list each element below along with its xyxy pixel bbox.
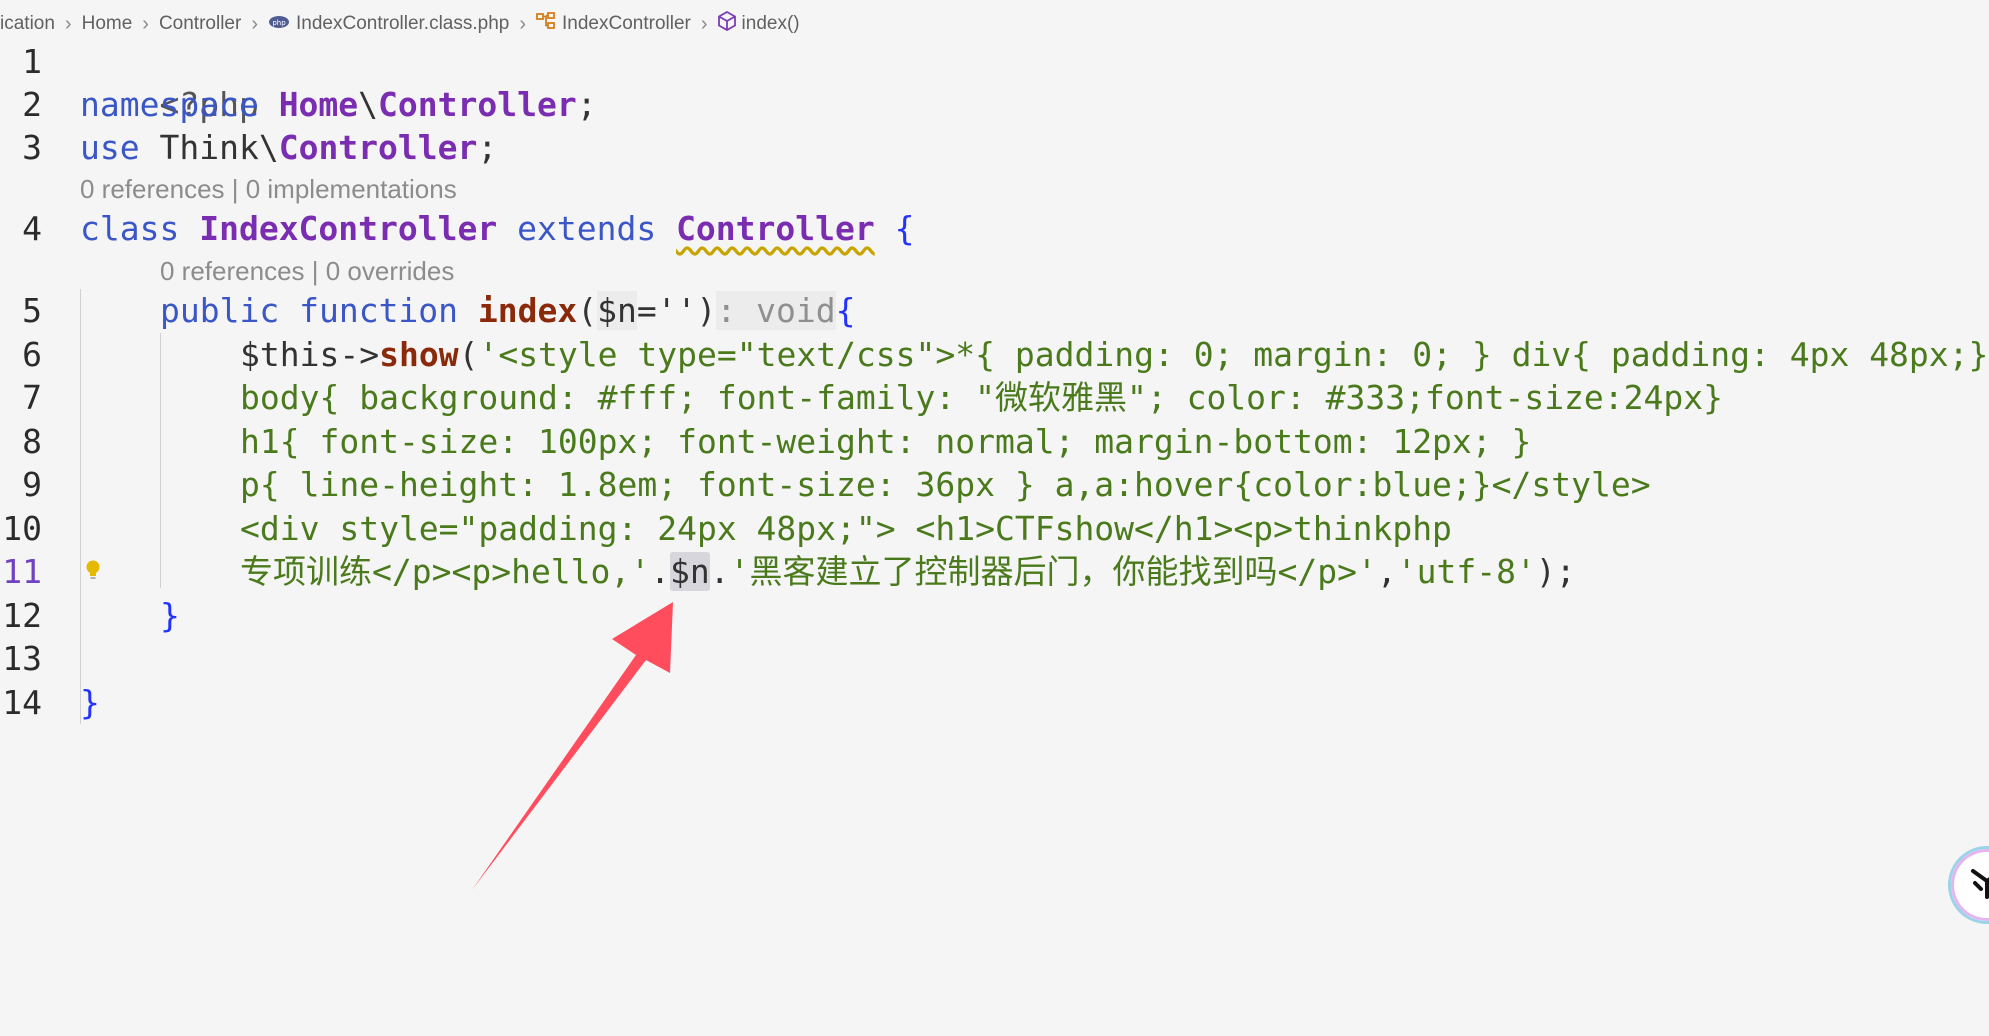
breadcrumb-label: IndexController — [562, 13, 691, 34]
line-number: 14 — [2, 683, 42, 722]
chevron-right-icon: › — [142, 12, 149, 35]
code-line-10[interactable]: <div style="padding: 24px 48px;"> <h1>CT… — [240, 507, 1452, 550]
namespace-name: Think — [159, 128, 259, 167]
chevron-right-icon: › — [64, 12, 72, 35]
code-lens-method[interactable]: 0 references | 0 overrides — [160, 253, 454, 289]
line-number: 7 — [22, 378, 42, 417]
code-line-11[interactable]: 专项训练</p><p>hello,'.$n.'黑客建立了控制器后门，你能找到吗<… — [240, 550, 1576, 593]
brace: } — [80, 683, 100, 722]
statement-end: ); — [1535, 552, 1576, 591]
breadcrumb-label: Controller — [158, 13, 242, 34]
chevron-right-icon: › — [700, 12, 708, 35]
brace: } — [160, 596, 180, 635]
concat-operator: . — [709, 552, 730, 591]
line-number: 12 — [2, 596, 42, 635]
method-call: show — [379, 335, 459, 374]
comma: , — [1376, 552, 1397, 591]
string-literal: 专项训练</p><p>hello,' — [240, 552, 651, 591]
code-line-2[interactable]: namespace Home\Controller; — [80, 83, 597, 126]
keyword: class — [80, 209, 180, 248]
inlay-hint-return-type: : void — [716, 291, 836, 330]
breadcrumb-item-class[interactable]: IndexController — [536, 12, 691, 36]
line-number: 2 — [22, 85, 42, 124]
code-line-9[interactable]: p{ line-height: 1.8em; font-size: 36px }… — [240, 463, 1651, 506]
concat-operator: . — [650, 552, 671, 591]
line-number: 8 — [22, 422, 42, 461]
string-literal: '<style type="text/css">*{ padding: 0; m… — [478, 335, 1989, 374]
default-value: ='' — [636, 291, 697, 330]
code-line-5[interactable]: public function index($n=''): void{ — [160, 289, 855, 332]
keyword: namespace — [80, 85, 259, 124]
string-literal: h1{ font-size: 100px; font-weight: norma… — [240, 422, 1532, 461]
separator: \ — [258, 128, 279, 167]
code-line-7[interactable]: body{ background: #fff; font-family: "微软… — [240, 376, 1723, 419]
arrow-operator: -> — [339, 335, 380, 374]
brace: { — [835, 291, 856, 330]
svg-text:php: php — [272, 19, 286, 27]
class-name: Controller — [278, 128, 478, 167]
php-file-icon: php — [268, 13, 290, 35]
class-icon — [536, 12, 556, 36]
keyword: public — [160, 291, 280, 330]
breadcrumb-item-home[interactable]: Home — [82, 13, 133, 35]
code-editor[interactable]: 1 2 3 4 5 6 7 8 9 10 11 12 13 14 <?php n… — [0, 40, 1989, 1036]
lightbulb-icon[interactable] — [84, 552, 102, 579]
method-icon — [717, 10, 736, 37]
chevron-right-icon: › — [519, 12, 527, 35]
indent-guide — [80, 289, 81, 724]
highlighted-variable[interactable]: $n — [670, 552, 710, 591]
string-literal: body{ background: #fff; font-family: "微软… — [240, 378, 1724, 417]
code-line-14[interactable]: } — [80, 681, 100, 724]
breadcrumb-item-file[interactable]: php IndexController.class.php — [268, 13, 509, 35]
string-literal: <div style="padding: 24px 48px;"> <h1>CT… — [240, 509, 1452, 548]
keyword: function — [299, 291, 459, 330]
breadcrumb-label: index() — [741, 13, 800, 34]
breadcrumb-label: Home — [81, 13, 133, 34]
breadcrumb-item-controller[interactable]: Controller — [159, 13, 241, 35]
assistant-logo-icon — [1967, 863, 1989, 908]
chevron-right-icon: › — [251, 12, 258, 35]
indent-guide — [160, 333, 161, 588]
breadcrumb: ication › Home › Controller › php IndexC… — [0, 8, 800, 40]
keyword: use — [80, 128, 140, 167]
parent-class-name: Controller — [676, 209, 875, 248]
this-variable: $this — [240, 335, 340, 374]
line-number: 5 — [22, 291, 42, 330]
brace: { — [894, 209, 915, 248]
line-number: 9 — [22, 465, 42, 504]
string-literal: 'utf-8' — [1396, 552, 1536, 591]
semicolon: ; — [477, 128, 498, 167]
line-number: 6 — [22, 335, 42, 374]
separator: \ — [358, 85, 379, 124]
line-number: 13 — [2, 639, 42, 678]
function-name: index — [477, 291, 578, 330]
code-lens-class[interactable]: 0 references | 0 implementations — [80, 171, 457, 207]
line-number: 3 — [22, 128, 42, 167]
breadcrumb-label: IndexController.class.php — [296, 13, 510, 34]
paren: ( — [458, 335, 479, 374]
paren: ) — [696, 291, 717, 330]
paren: ( — [577, 291, 598, 330]
line-number: 1 — [22, 42, 42, 81]
breadcrumb-label: ication — [0, 13, 55, 34]
code-line-12[interactable]: } — [160, 594, 180, 637]
code-line-3[interactable]: use Think\Controller; — [80, 126, 497, 169]
class-name: IndexController — [199, 209, 498, 248]
breadcrumb-item-application[interactable]: ication — [0, 13, 55, 35]
parameter: $n — [597, 291, 637, 330]
line-number-active: 11 — [2, 552, 42, 591]
line-number: 10 — [2, 509, 42, 548]
code-line-4[interactable]: class IndexController extends Controller… — [80, 207, 915, 250]
line-number: 4 — [22, 209, 42, 248]
code-line-6[interactable]: $this->show('<style type="text/css">*{ p… — [240, 333, 1988, 376]
namespace-name: Controller — [378, 85, 577, 124]
string-literal: '黑客建立了控制器后门，你能找到吗</p>' — [729, 552, 1377, 591]
semicolon: ; — [576, 85, 597, 124]
string-literal: p{ line-height: 1.8em; font-size: 36px }… — [240, 465, 1651, 504]
keyword: extends — [517, 209, 657, 248]
namespace-name: Home — [278, 85, 359, 124]
breadcrumb-item-method[interactable]: index() — [717, 10, 800, 37]
code-line-8[interactable]: h1{ font-size: 100px; font-weight: norma… — [240, 420, 1531, 463]
